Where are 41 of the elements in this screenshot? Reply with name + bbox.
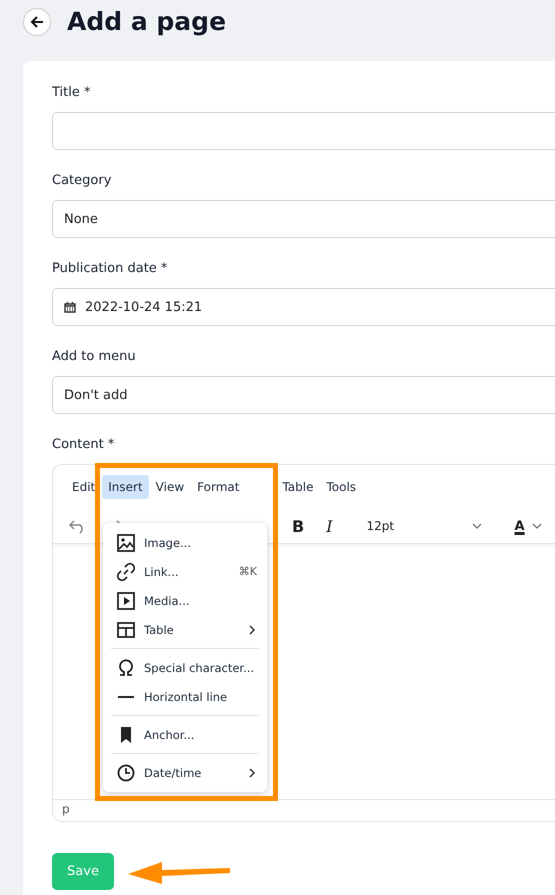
menu-tab[interactable]: Edit — [66, 475, 102, 499]
menu-item[interactable]: Table — [103, 615, 267, 644]
text-color-button[interactable]: A — [512, 518, 527, 534]
menu-tab[interactable]: Format — [191, 475, 246, 499]
select-field[interactable]: None — [52, 200, 555, 238]
menu-item[interactable]: Anchor... — [103, 720, 267, 749]
menu-item[interactable]: Media... — [103, 586, 267, 615]
link-icon — [117, 562, 135, 580]
font-size-select[interactable]: 12pt — [366, 519, 483, 533]
clock-icon — [117, 764, 135, 782]
field-label: Add to menu — [52, 348, 137, 366]
menu-item[interactable]: Date/time — [103, 758, 267, 787]
table-icon — [117, 620, 135, 638]
back-button[interactable] — [23, 8, 51, 36]
menu-item[interactable]: Link... ⌘K — [103, 557, 267, 586]
omega-icon — [117, 658, 135, 676]
menu-tab[interactable]: View — [150, 475, 190, 499]
menu-item[interactable]: Special character... — [103, 653, 267, 682]
image-icon — [117, 534, 135, 552]
arrow-annotation-icon — [128, 860, 232, 884]
shortcut-hint: ⌘K — [238, 565, 257, 578]
italic-button[interactable]: I — [320, 516, 339, 536]
field-label: Title * — [52, 84, 92, 102]
menu-item[interactable]: Image... — [103, 528, 267, 557]
select-field[interactable]: Don't add — [52, 376, 555, 414]
bold-button[interactable]: B — [286, 516, 310, 536]
editor-status-bar: p — [53, 799, 555, 821]
page-title: Add a page — [67, 8, 226, 36]
date-field[interactable]: 2022-10-24 15:21 — [52, 288, 555, 326]
arrow-left-icon — [30, 15, 44, 29]
text-field[interactable] — [52, 112, 555, 150]
menu-tab[interactable]: Tools — [320, 475, 362, 499]
field-label: Category — [52, 172, 112, 190]
field-label: Content * — [52, 436, 116, 454]
menu-tab[interactable]: Insert — [102, 475, 149, 499]
menu-item[interactable]: Horizontal line — [103, 682, 267, 711]
play-icon — [117, 592, 135, 610]
field-label: Publication date * — [52, 260, 168, 278]
horizontal-line-icon — [118, 696, 134, 698]
menu-tab[interactable]: Table — [276, 475, 320, 499]
calendar-icon — [64, 301, 76, 313]
